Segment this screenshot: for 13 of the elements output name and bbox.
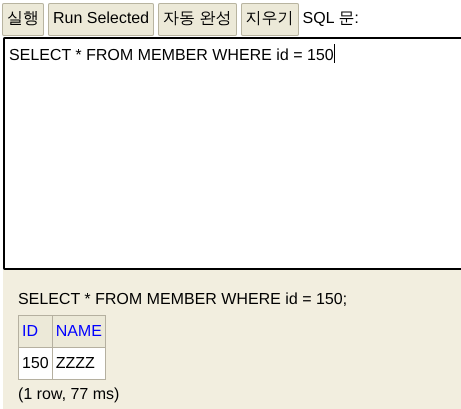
sql-label: SQL 문: [302,9,359,29]
toolbar-button[interactable]: 자동 완성 [158,2,237,36]
sql-text: SELECT * FROM MEMBER WHERE id = 150 [9,46,334,66]
column-header[interactable]: NAME [52,316,106,348]
text-cursor [334,44,335,63]
column-header[interactable]: ID [18,316,52,348]
toolbar-button[interactable]: 지우기 [240,2,299,36]
toolbar-button[interactable]: Run Selected [48,2,154,36]
result-statement: SELECT * FROM MEMBER WHERE id = 150; [18,290,348,310]
table-cell: ZZZZ [52,348,106,380]
result-summary: (1 row, 77 ms) [18,385,120,405]
toolbar-button[interactable]: 실행 [2,2,44,36]
table-cell: 150 [18,348,52,380]
